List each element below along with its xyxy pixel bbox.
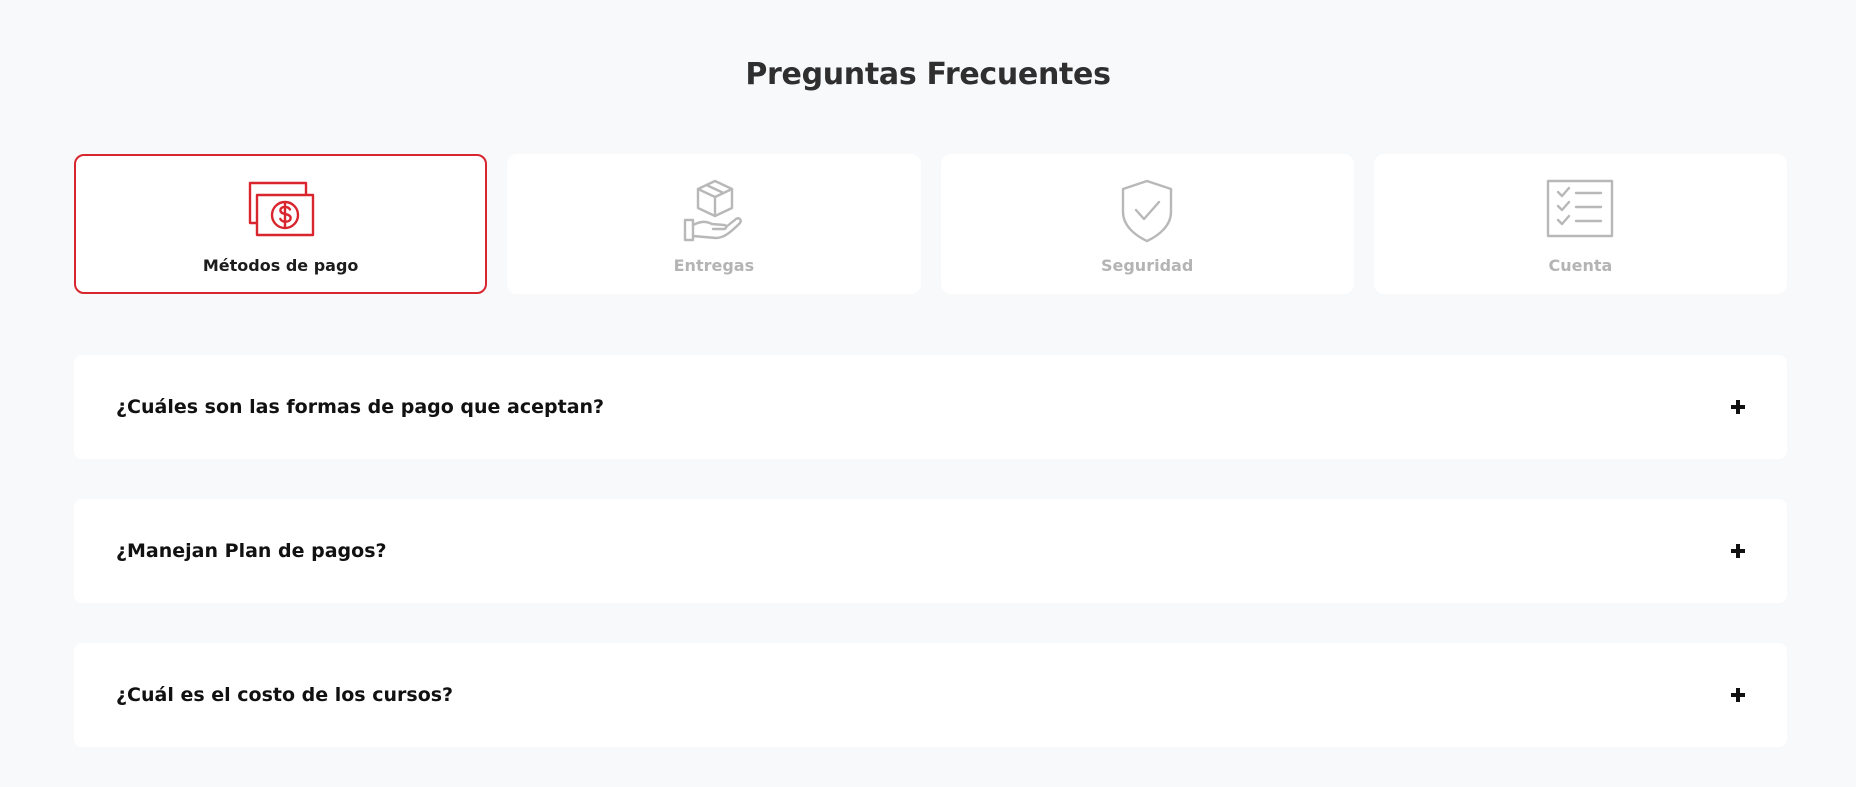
shield-check-icon xyxy=(1112,178,1182,244)
faq-item[interactable]: ¿Cuál es el costo de los cursos? xyxy=(74,643,1787,747)
box-hand-icon xyxy=(679,178,749,244)
plus-icon[interactable] xyxy=(1729,542,1747,560)
tab-label: Métodos de pago xyxy=(202,256,359,275)
tab-label: Cuenta xyxy=(1548,256,1613,275)
page-title: Preguntas Frecuentes xyxy=(745,57,1111,92)
faq-question: ¿Cuál es el costo de los cursos? xyxy=(116,684,454,706)
faq-item[interactable]: ¿Cuáles son las formas de pago que acept… xyxy=(74,355,1787,459)
checklist-icon xyxy=(1545,178,1615,244)
faq-category-tabs: Métodos de pago Entregas Seguridad Cuent… xyxy=(74,154,1787,294)
plus-icon[interactable] xyxy=(1729,398,1747,416)
money-bills-icon xyxy=(246,178,316,244)
tab-metodos-de-pago[interactable]: Métodos de pago xyxy=(74,154,488,294)
plus-icon[interactable] xyxy=(1729,686,1747,704)
faq-question: ¿Cuáles son las formas de pago que acept… xyxy=(116,396,605,418)
tab-label: Seguridad xyxy=(1100,256,1194,275)
tab-label: Entregas xyxy=(673,256,755,275)
faq-list: ¿Cuáles son las formas de pago que acept… xyxy=(74,355,1787,787)
tab-cuenta[interactable]: Cuenta xyxy=(1373,154,1787,294)
faq-question: ¿Manejan Plan de pagos? xyxy=(116,540,387,562)
tab-seguridad[interactable]: Seguridad xyxy=(940,154,1354,294)
tab-entregas[interactable]: Entregas xyxy=(507,154,921,294)
faq-item[interactable]: ¿Manejan Plan de pagos? xyxy=(74,499,1787,603)
